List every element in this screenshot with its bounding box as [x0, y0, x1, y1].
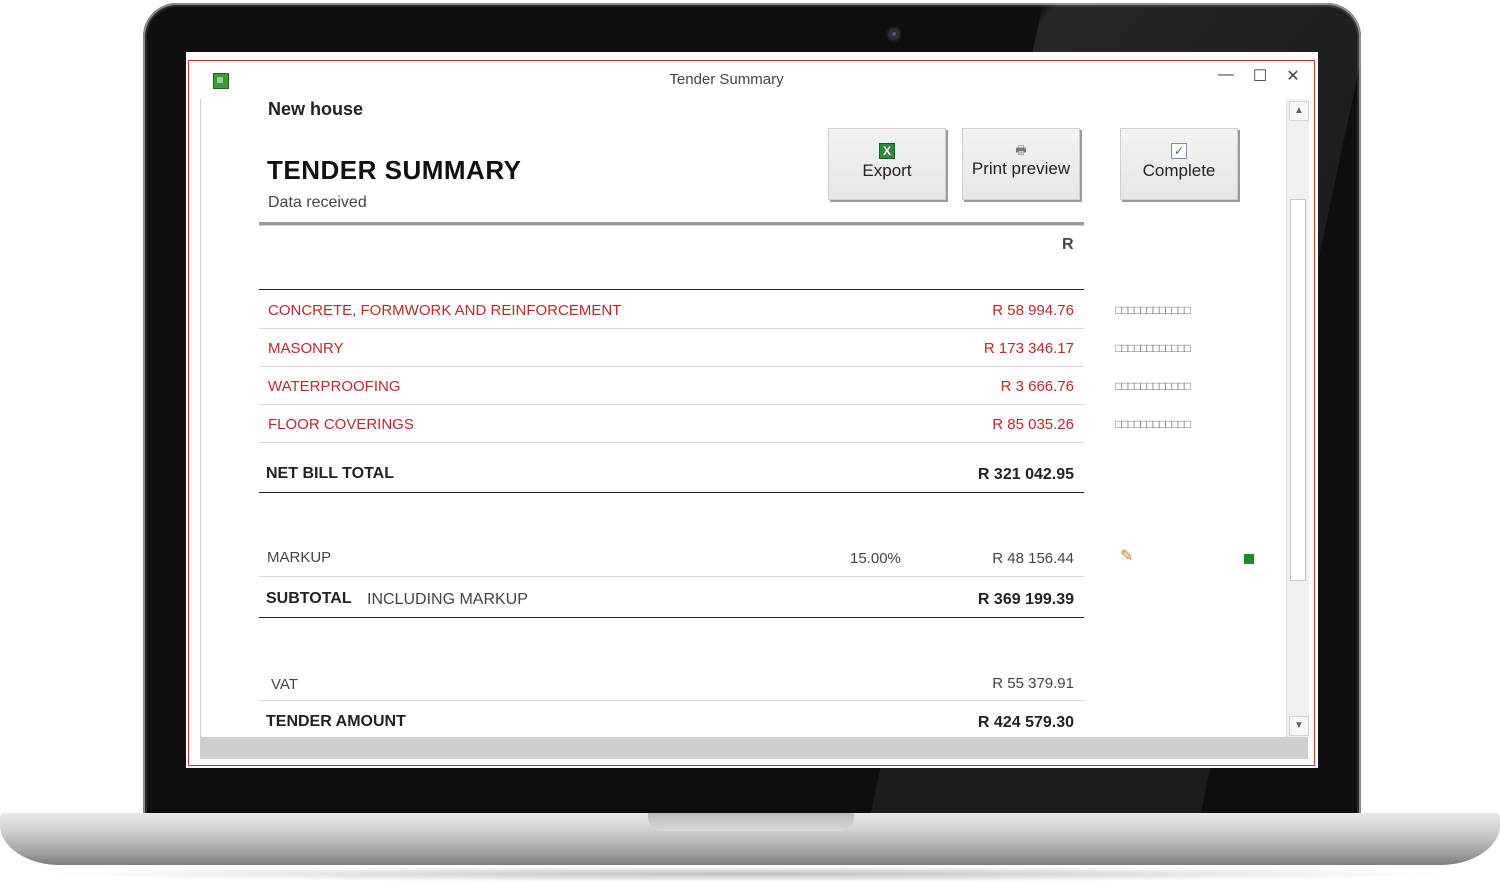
- screen: Tender Summary — ☐ ✕ New house TENDER SU…: [186, 52, 1318, 768]
- close-button[interactable]: ✕: [1279, 66, 1307, 86]
- bill-amount: R 3 666.76: [1000, 378, 1074, 395]
- row-divider: [259, 442, 1084, 443]
- title-bar[interactable]: Tender Summary — ☐ ✕: [189, 61, 1314, 97]
- bill-progress: □□□□□□□□□□□□: [1115, 417, 1191, 431]
- vertical-scrollbar[interactable]: ▲ ▼: [1286, 99, 1309, 737]
- bill-progress: □□□□□□□□□□□□: [1115, 303, 1191, 317]
- bill-progress: □□□□□□□□□□□□: [1115, 341, 1191, 355]
- row-divider: [259, 576, 1084, 577]
- bill-name[interactable]: CONCRETE, FORMWORK AND REINFORCEMENT: [268, 302, 621, 319]
- currency-column-header: R: [1062, 236, 1074, 253]
- window-title: Tender Summary: [669, 71, 784, 88]
- row-divider: [259, 328, 1084, 329]
- bill-name[interactable]: FLOOR COVERINGS: [268, 416, 414, 433]
- row-divider: [259, 404, 1084, 405]
- scroll-down-arrow-icon[interactable]: ▼: [1289, 716, 1309, 736]
- project-name: New house: [268, 99, 364, 119]
- table-top-rule: [259, 289, 1084, 290]
- bill-amount: R 173 346.17: [983, 340, 1074, 357]
- scroll-up-arrow-icon[interactable]: ▲: [1289, 101, 1309, 121]
- subtotal-label: SUBTOTAL: [266, 590, 352, 607]
- maximize-button[interactable]: ☐: [1246, 66, 1274, 86]
- laptop-shadow: [40, 866, 1460, 882]
- bill-progress: □□□□□□□□□□□□: [1115, 379, 1191, 393]
- status-bar: [200, 737, 1308, 759]
- complete-label: Complete: [1142, 161, 1216, 180]
- page-title: TENDER SUMMARY: [267, 155, 522, 185]
- excel-icon: X: [879, 143, 895, 159]
- vat-amount: R 55 379.91: [992, 675, 1074, 692]
- header-divider: [259, 222, 1084, 226]
- export-button[interactable]: X Export: [828, 128, 946, 200]
- markup-amount: R 48 156.44: [992, 550, 1074, 567]
- status-text: Data received: [268, 194, 367, 211]
- bill-name[interactable]: MASONRY: [268, 340, 344, 357]
- subtotal-rule: [259, 617, 1084, 618]
- print-preview-button[interactable]: 🖶 Print preview: [962, 128, 1080, 200]
- bill-amount: R 58 994.76: [992, 302, 1074, 319]
- subtotal-note: INCLUDING MARKUP: [367, 591, 528, 608]
- net-total-rule: [259, 492, 1084, 493]
- bill-name[interactable]: WATERPROOFING: [268, 378, 401, 395]
- tender-amount-label: TENDER AMOUNT: [266, 713, 406, 730]
- export-label: Export: [862, 161, 912, 180]
- print-preview-label: Print preview: [971, 159, 1071, 178]
- checkbox-icon: ✓: [1171, 143, 1187, 159]
- laptop-notch: [648, 813, 854, 831]
- scrollbar-thumb[interactable]: [1290, 199, 1306, 581]
- edit-markup-pencil-icon[interactable]: ✎: [1120, 546, 1133, 566]
- markup-label: MARKUP: [267, 549, 332, 566]
- vat-label: VAT: [271, 676, 298, 693]
- bill-amount: R 85 035.26: [992, 416, 1074, 433]
- row-divider: [259, 366, 1084, 367]
- tender-amount: R 424 579.30: [977, 714, 1074, 731]
- subtotal-amount: R 369 199.39: [977, 591, 1074, 608]
- complete-button[interactable]: ✓ Complete: [1120, 128, 1238, 200]
- row-divider: [259, 700, 1084, 701]
- markup-status-indicator: [1244, 554, 1254, 564]
- net-bill-total-amount: R 321 042.95: [977, 466, 1074, 483]
- tender-summary-form: New house TENDER SUMMARY Data received X…: [200, 99, 1286, 737]
- printer-icon: 🖶: [1015, 143, 1027, 157]
- minimize-button[interactable]: —: [1212, 66, 1240, 84]
- webcam: [888, 28, 900, 40]
- net-bill-total-label: NET BILL TOTAL: [266, 465, 394, 482]
